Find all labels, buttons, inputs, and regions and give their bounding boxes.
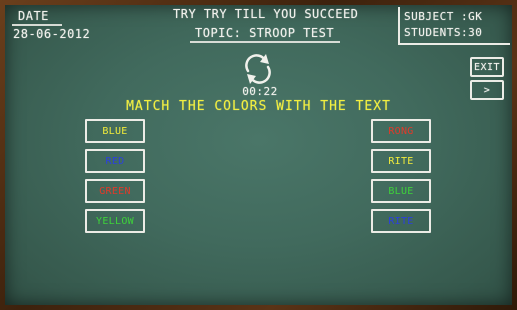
app-title: TRY TRY TILL YOU SUCCEED bbox=[173, 7, 359, 21]
right-word-card[interactable]: BLUE bbox=[371, 179, 431, 203]
students-text: STUDENTS:30 bbox=[404, 26, 483, 39]
right-word-card[interactable]: RITE bbox=[371, 149, 431, 173]
right-word-card[interactable]: RONG bbox=[371, 119, 431, 143]
left-word-card[interactable]: YELLOW bbox=[85, 209, 145, 233]
chalkboard: DATE 28-06-2012 TRY TRY TILL YOU SUCCEED… bbox=[5, 5, 512, 305]
left-word-card[interactable]: RED bbox=[85, 149, 145, 173]
date-label: DATE bbox=[18, 9, 49, 23]
refresh-icon[interactable] bbox=[240, 51, 276, 87]
date-value: 28-06-2012 bbox=[13, 27, 91, 41]
topic-title: TOPIC: STROOP TEST bbox=[195, 26, 335, 40]
exit-button[interactable]: EXIT bbox=[470, 57, 504, 77]
subject-text: SUBJECT :GK bbox=[404, 10, 483, 23]
right-word-card[interactable]: RITE bbox=[371, 209, 431, 233]
date-underline bbox=[12, 24, 62, 26]
left-word-card[interactable]: GREEN bbox=[85, 179, 145, 203]
timer: 00:22 bbox=[242, 85, 278, 98]
topic-underline bbox=[190, 41, 340, 43]
left-word-card[interactable]: BLUE bbox=[85, 119, 145, 143]
next-button[interactable]: > bbox=[470, 80, 504, 100]
instruction-text: MATCH THE COLORS WITH THE TEXT bbox=[126, 99, 391, 114]
chalkboard-frame: DATE 28-06-2012 TRY TRY TILL YOU SUCCEED… bbox=[0, 0, 517, 310]
